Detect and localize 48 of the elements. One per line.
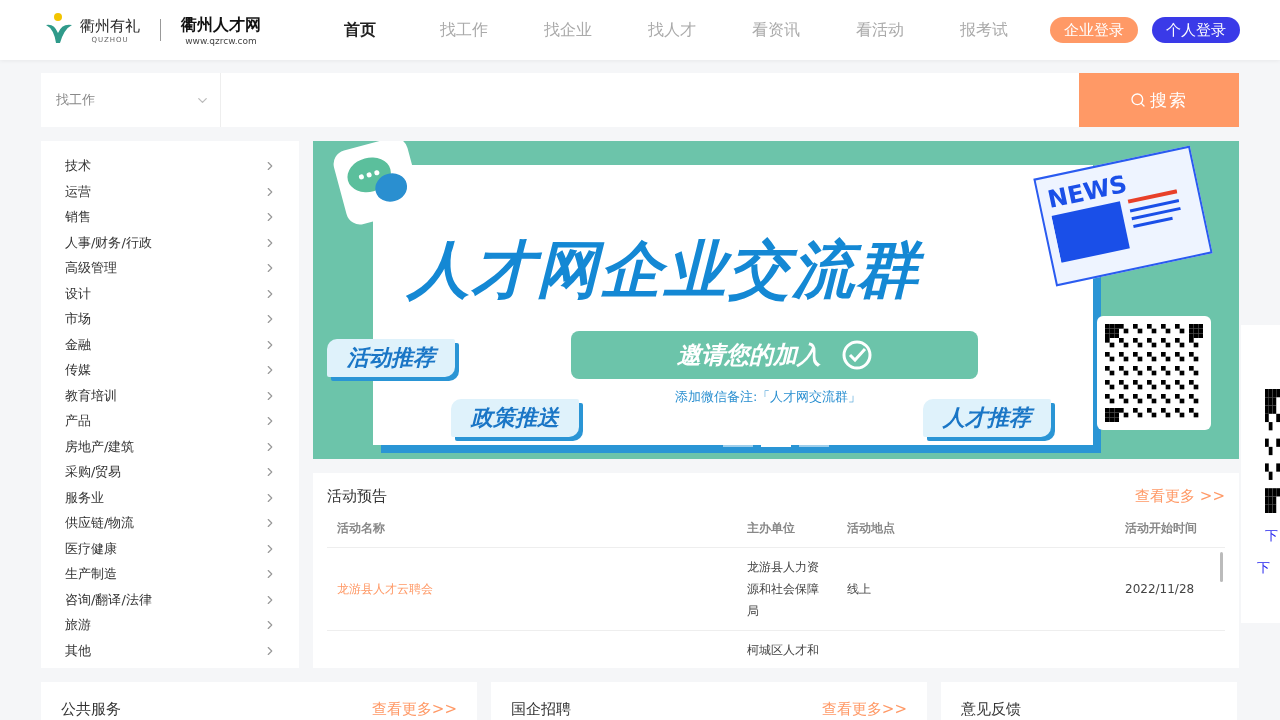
table-cell: 线上 [847,582,871,596]
banner-title: 人才网企业交流群 [408,231,934,309]
site-name: 衢州人才网 [181,14,261,36]
download-link[interactable]: 下 [1257,559,1270,577]
category-item[interactable]: 产品 [65,412,277,431]
category-item[interactable]: 生产制造 [65,565,277,584]
banner-note: 添加微信备注:「人才网交流群」 [675,388,862,406]
category-item[interactable]: 技术 [65,157,277,175]
site-url: www.qzrcw.com [185,35,257,46]
column-header: 主办单位 [747,520,796,537]
category-item[interactable]: 采购/贸易 [65,463,277,482]
login-button[interactable]: 个人登录 [1152,17,1240,43]
category-item[interactable]: 设计 [65,284,277,303]
table-cell-text: 柯城区人才和 [747,642,820,659]
invite-label: 邀请您的加入 [571,331,978,379]
category-item[interactable]: 教育培训 [65,386,277,405]
category-item[interactable]: 传媒 [65,361,277,380]
card-title: 意见反馈 [961,700,1021,720]
download-link[interactable]: 下 [1265,527,1278,545]
logo-text: 衢州有礼 [80,16,140,36]
column-header: 活动名称 [337,520,386,537]
category-item[interactable]: 供应链/物流 [65,514,277,533]
table-cell-text: 龙游县人力资源和社会保障局 [747,559,820,620]
table-cell: 2022/11/28 [1125,582,1195,596]
card-title: 活动预告 [327,487,387,506]
category-item[interactable]: 房地产/建筑 [65,437,277,456]
category-item[interactable]: 市场 [65,310,277,329]
search-icon [1130,92,1146,108]
category-item[interactable]: 旅游 [65,616,277,635]
scrollbar[interactable] [1220,552,1223,582]
category-item[interactable]: 医疗健康 [65,539,277,558]
qr-code-icon [1097,316,1211,430]
card-title: 公共服务 [61,700,121,720]
nav-link[interactable]: 首页 [308,19,412,41]
category-item[interactable]: 咨询/翻译/法律 [65,590,277,609]
card-title: 国企招聘 [511,700,571,720]
category-item[interactable]: 运营 [65,182,277,201]
category-item[interactable]: 其他 [65,641,277,660]
category-item[interactable]: 金融 [65,335,277,354]
category-item[interactable]: 高级管理 [65,259,277,278]
category-item[interactable]: 人事/财务/行政 [65,233,277,252]
column-header: 活动开始时间 [1125,520,1198,537]
news-label: NEWS [1045,168,1131,214]
column-header: 活动地点 [847,520,896,537]
category-item[interactable]: 服务业 [65,488,277,507]
qr-code-icon [1265,389,1280,513]
category-item[interactable]: 销售 [65,208,277,227]
check-circle-icon [840,339,873,371]
